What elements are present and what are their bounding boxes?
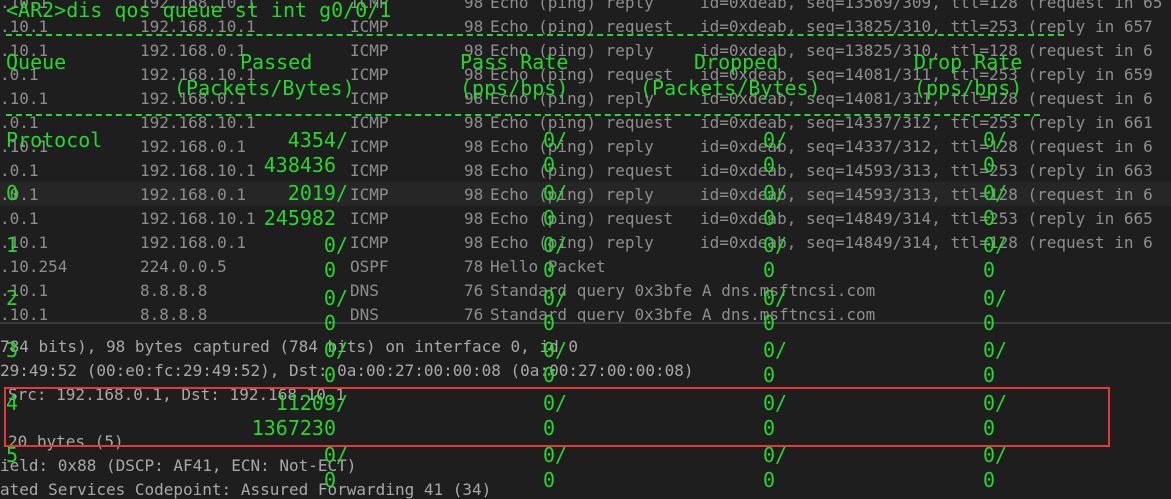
dropped-bytes: 0: [763, 363, 776, 387]
header-drop-rate: Drop Rate: [914, 50, 1023, 74]
passed-packets: 2019/: [287, 180, 348, 205]
drop-rate-bps: 0: [983, 258, 996, 282]
dropped-bytes: 0: [763, 205, 776, 230]
passed-bytes: 0: [323, 258, 336, 282]
queue-name: 0: [6, 180, 19, 205]
drop-rate-pps: 0/: [983, 128, 1008, 152]
drop-rate-bps: 0: [983, 468, 996, 492]
highlight-box: [4, 387, 1110, 447]
passed-bytes: 0: [323, 310, 336, 335]
passed-bytes: 0: [323, 363, 336, 387]
dropped-packets: 0/: [763, 338, 788, 362]
dropped-bytes: 0: [763, 310, 776, 335]
drop-rate-pps: 0/: [983, 285, 1008, 310]
dropped-bytes: 0: [763, 468, 776, 492]
queue-name: Protocol: [6, 128, 103, 152]
pass-rate-pps: 0/: [543, 338, 568, 362]
drop-rate-pps: 0/: [983, 338, 1008, 362]
passed-packets: 4354/: [287, 128, 348, 152]
dropped-packets: 0/: [763, 128, 788, 152]
drop-rate-bps: 0: [983, 153, 996, 177]
header-passed: Passed: [240, 50, 313, 74]
pass-rate-bps: 0: [543, 363, 556, 387]
dropped-packets: 0/: [763, 180, 788, 205]
drop-rate-bps: 0: [983, 363, 996, 387]
pass-rate-bps: 0: [543, 205, 556, 230]
header-dropped-sub: (Packets/Bytes): [640, 76, 821, 100]
separator-header: [6, 114, 1040, 116]
queue-name: 3: [6, 338, 19, 362]
pass-rate-pps: 0/: [543, 128, 568, 152]
passed-packets: 0/: [323, 285, 348, 310]
pass-rate-pps: 0/: [543, 180, 568, 205]
pass-rate-bps: 0: [543, 310, 556, 335]
passed-bytes: 245982: [263, 205, 336, 230]
pass-rate-bps: 0: [543, 153, 556, 177]
pass-rate-bps: 0: [543, 258, 556, 282]
passed-bytes: 0: [323, 468, 336, 492]
dropped-bytes: 0: [763, 153, 776, 177]
dropped-bytes: 0: [763, 258, 776, 282]
passed-bytes: 438436: [263, 153, 336, 177]
drop-rate-bps: 0: [983, 205, 996, 230]
header-dropped: Dropped: [694, 50, 779, 74]
drop-rate-pps: 0/: [983, 180, 1008, 205]
passed-packets: 0/: [323, 338, 348, 362]
pass-rate-pps: 0/: [543, 285, 568, 310]
pass-rate-bps: 0: [543, 468, 556, 492]
drop-rate-pps: 0/: [983, 233, 1008, 257]
header-passed-sub: (Packets/Bytes): [174, 76, 355, 100]
dropped-packets: 0/: [763, 233, 788, 257]
passed-packets: 0/: [323, 233, 348, 257]
separator-top: [6, 34, 1064, 36]
header-queue: Queue: [6, 50, 67, 74]
header-drop-rate-sub: (pps/bps): [914, 76, 1023, 100]
drop-rate-bps: 0: [983, 310, 996, 335]
pass-rate-pps: 0/: [543, 233, 568, 257]
dropped-packets: 0/: [763, 285, 788, 310]
command-line: <AR2>dis qos queue st int g0/0/1: [6, 0, 392, 22]
header-pass-rate-sub: (pps/bps): [460, 76, 569, 100]
header-pass-rate: Pass Rate: [460, 50, 569, 74]
queue-name: 1: [6, 233, 19, 257]
queue-name: 2: [6, 285, 19, 310]
